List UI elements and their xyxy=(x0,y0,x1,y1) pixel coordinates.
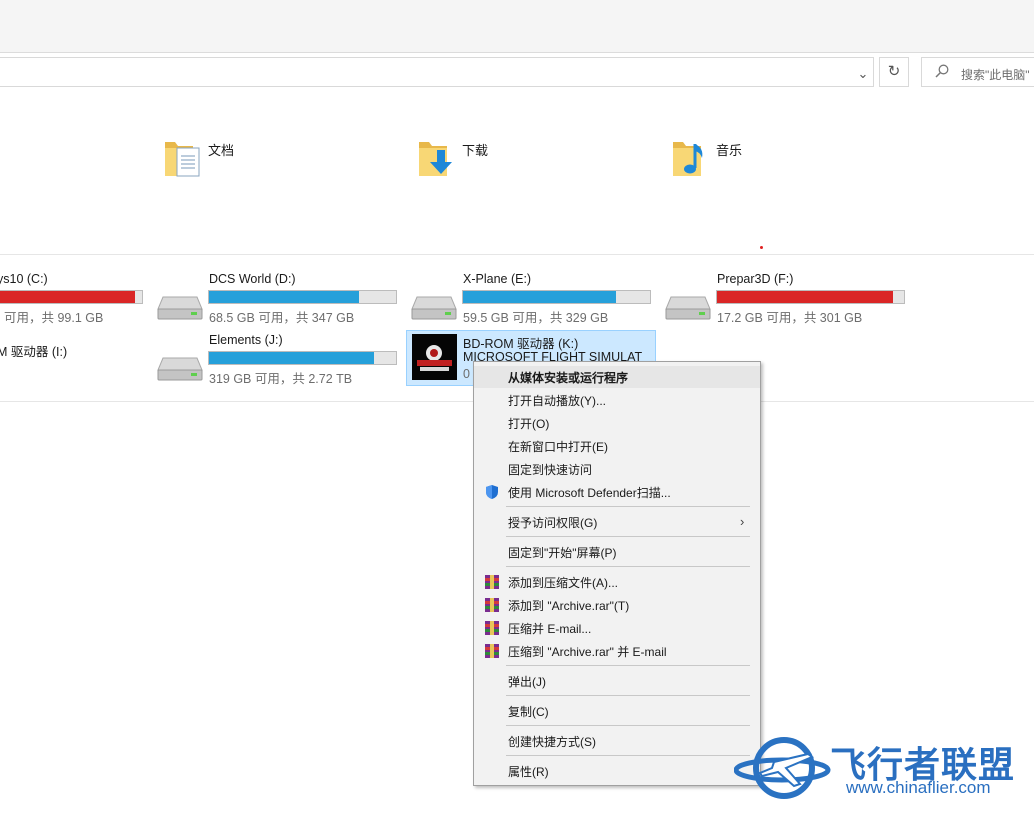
ribbon-area xyxy=(0,0,1034,53)
menu-item-label: 弹出(J) xyxy=(508,675,546,689)
menu-item-label: 复制(C) xyxy=(508,705,549,719)
drive-name: Elements (J:) xyxy=(209,333,283,347)
menu-item-label: 创建快捷方式(S) xyxy=(508,735,596,749)
menu-item-label: 从媒体安装或运行程序 xyxy=(508,371,629,385)
menu-item-add-archive-rar[interactable]: 添加到 "Archive.rar"(T) xyxy=(474,594,760,616)
drive-name: DCS World (D:) xyxy=(209,272,296,286)
menu-item-create-shortcut[interactable]: 创建快捷方式(S) xyxy=(474,730,760,752)
watermark: 飞行者联盟 www.chinaflier.com xyxy=(734,732,1034,804)
menu-separator xyxy=(506,665,750,666)
drive-j[interactable]: Elements (J:) 319 GB 可用，共 2.72 TB xyxy=(157,332,402,387)
music-folder-icon xyxy=(673,142,703,176)
folder-downloads[interactable]: 下载 xyxy=(417,136,647,196)
drive-space: 0 xyxy=(463,367,470,381)
winrar-icon xyxy=(485,575,499,589)
drive-space: 68.5 GB 可用，共 347 GB xyxy=(209,311,355,325)
defender-shield-icon xyxy=(486,485,498,499)
menu-item-label: 压缩并 E-mail... xyxy=(508,622,592,636)
context-menu: 从媒体安装或运行程序 打开自动播放(Y)... 打开(O) 在新窗口中打开(E)… xyxy=(473,361,761,786)
menu-item-pin-start[interactable]: 固定到"开始"屏幕(P) xyxy=(474,541,760,563)
menu-item-add-archive[interactable]: 添加到压缩文件(A)... xyxy=(474,571,760,593)
address-bar[interactable] xyxy=(0,57,874,87)
documents-folder-icon xyxy=(165,142,200,177)
downloads-folder-icon xyxy=(419,142,452,176)
menu-item-label: 添加到压缩文件(A)... xyxy=(508,576,618,590)
menu-item-label: 属性(R) xyxy=(508,765,549,779)
menu-item-eject[interactable]: 弹出(J) xyxy=(474,670,760,692)
drive-f[interactable]: Prepar3D (F:) 17.2 GB 可用，共 301 GB xyxy=(665,271,910,326)
menu-separator xyxy=(506,695,750,696)
drive-usage-bar xyxy=(208,290,397,304)
menu-item-properties[interactable]: 属性(R) xyxy=(474,760,760,782)
menu-item-grant-access[interactable]: 授予访问权限(G) › xyxy=(474,511,760,533)
folder-label: 文档 xyxy=(208,143,235,158)
menu-item-open[interactable]: 打开(O) xyxy=(474,412,760,434)
winrar-icon xyxy=(485,644,499,658)
menu-item-label: 打开(O) xyxy=(508,417,550,431)
search-placeholder: 搜索"此电脑" xyxy=(961,68,1030,82)
red-dot-marker xyxy=(760,246,763,249)
drive-name: ys10 (C:) xyxy=(0,272,48,286)
menu-item-pin-quick-access[interactable]: 固定到快速访问 xyxy=(474,458,760,480)
drive-space: 59.5 GB 可用，共 329 GB xyxy=(463,311,609,325)
drive-name: M 驱动器 (I:) xyxy=(0,345,68,359)
winrar-icon xyxy=(485,598,499,612)
menu-item-copy[interactable]: 复制(C) xyxy=(474,700,760,722)
menu-item-label: 授予访问权限(G) xyxy=(508,516,598,530)
search-icon xyxy=(935,64,949,78)
folder-label: 音乐 xyxy=(716,143,743,158)
menu-separator xyxy=(506,536,750,537)
chevron-down-icon[interactable]: ⌄ xyxy=(853,64,873,84)
drive-d[interactable]: DCS World (D:) 68.5 GB 可用，共 347 GB xyxy=(157,271,402,326)
menu-item-label: 压缩到 "Archive.rar" 并 E-mail xyxy=(508,645,667,659)
menu-item-install-or-run[interactable]: 从媒体安装或运行程序 xyxy=(474,366,760,388)
drive-e[interactable]: X-Plane (E:) 59.5 GB 可用，共 329 GB xyxy=(411,271,656,326)
winrar-icon xyxy=(485,621,499,635)
drive-name: X-Plane (E:) xyxy=(463,272,532,286)
menu-separator xyxy=(506,566,750,567)
menu-item-open-new-window[interactable]: 在新窗口中打开(E) xyxy=(474,435,760,457)
drive-space: 17.2 GB 可用，共 301 GB xyxy=(717,311,863,325)
watermark-url: www.chinaflier.com xyxy=(846,778,991,797)
refresh-button[interactable]: ↻ xyxy=(879,57,909,87)
game-disc-cover-icon xyxy=(412,334,457,380)
menu-item-compress-email[interactable]: 压缩并 E-mail... xyxy=(474,617,760,639)
chevron-right-icon: › xyxy=(740,514,745,529)
hard-drive-icon xyxy=(665,296,711,320)
menu-item-label: 添加到 "Archive.rar"(T) xyxy=(508,599,630,613)
folder-label: 下载 xyxy=(462,143,489,158)
section-divider xyxy=(0,254,1034,255)
drive-i[interactable]: M 驱动器 (I:) xyxy=(0,332,150,387)
folder-documents[interactable]: 文档 xyxy=(163,136,393,196)
hard-drive-icon xyxy=(157,296,203,320)
drive-space: 可用，共 99.1 GB xyxy=(4,311,104,325)
hard-drive-icon xyxy=(411,296,457,320)
menu-item-open-autoplay[interactable]: 打开自动播放(Y)... xyxy=(474,389,760,411)
menu-item-label: 固定到"开始"屏幕(P) xyxy=(508,546,617,560)
chinaflier-logo-icon xyxy=(734,737,831,799)
menu-item-label: 使用 Microsoft Defender扫描... xyxy=(508,486,671,500)
drive-space: 319 GB 可用，共 2.72 TB xyxy=(209,372,353,386)
drive-usage-bar xyxy=(208,351,397,365)
drive-c[interactable]: ys10 (C:) 可用，共 99.1 GB xyxy=(0,271,150,326)
menu-separator xyxy=(506,506,750,507)
menu-item-label: 固定到快速访问 xyxy=(508,463,593,477)
drive-name: Prepar3D (F:) xyxy=(717,272,794,286)
folder-music[interactable]: 音乐 xyxy=(671,136,901,196)
drive-usage-bar xyxy=(716,290,905,304)
menu-item-label: 打开自动播放(Y)... xyxy=(508,394,606,408)
drive-usage-bar xyxy=(0,290,143,304)
menu-item-defender-scan[interactable]: 使用 Microsoft Defender扫描... xyxy=(474,481,760,503)
drive-usage-bar xyxy=(462,290,651,304)
hard-drive-icon xyxy=(157,357,203,381)
menu-item-label: 在新窗口中打开(E) xyxy=(508,440,608,454)
menu-separator xyxy=(506,725,750,726)
menu-separator xyxy=(506,755,750,756)
menu-item-compress-rar-email[interactable]: 压缩到 "Archive.rar" 并 E-mail xyxy=(474,640,760,662)
